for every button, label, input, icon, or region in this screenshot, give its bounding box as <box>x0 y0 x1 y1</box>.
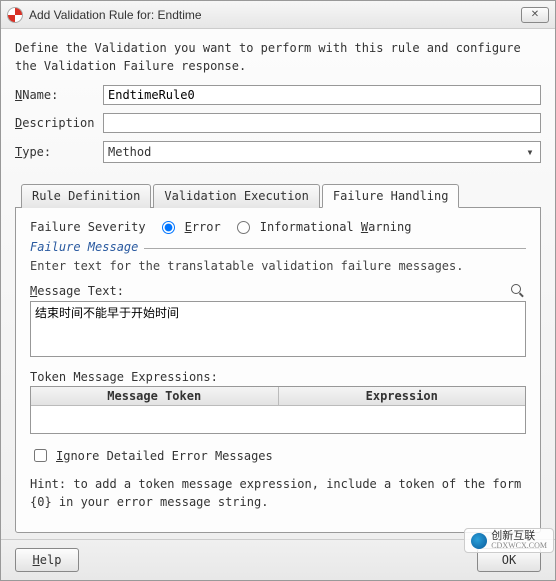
close-button[interactable]: ✕ <box>521 7 549 23</box>
tab-failure-handling[interactable]: Failure Handling <box>322 184 460 208</box>
ignore-checkbox[interactable] <box>34 449 47 462</box>
col-message-token: Message Token <box>31 387 279 405</box>
type-label: Type: <box>15 145 103 159</box>
name-label: NName: <box>15 88 103 102</box>
window-title: Add Validation Rule for: Endtime <box>29 8 521 22</box>
token-expressions-label: Token Message Expressions: <box>30 370 526 384</box>
name-input[interactable] <box>103 85 541 105</box>
tab-validation-execution[interactable]: Validation Execution <box>153 184 320 208</box>
token-table-header: Message Token Expression <box>31 387 525 406</box>
titlebar: Add Validation Rule for: Endtime ✕ <box>1 1 555 29</box>
type-value: Method <box>108 145 151 159</box>
legend-failure-message: Failure Message <box>30 240 144 254</box>
radio-error-label: Error <box>185 220 221 234</box>
description-input[interactable] <box>103 113 541 133</box>
app-icon <box>7 7 23 23</box>
tabstrip: Rule Definition Validation Execution Fai… <box>15 183 541 207</box>
ignore-label: Ignore Detailed Error Messages <box>56 449 273 463</box>
failure-severity-row: Failure Severity Error Informational War… <box>30 220 526 234</box>
fieldset-failure-message: Failure Message <box>30 248 526 249</box>
token-table[interactable]: Message Token Expression <box>30 386 526 434</box>
watermark-logo-icon <box>471 533 487 549</box>
ignore-row: Ignore Detailed Error Messages <box>30 446 526 465</box>
dialog: Add Validation Rule for: Endtime ✕ Defin… <box>0 0 556 581</box>
type-combo[interactable]: Method ▾ <box>103 141 541 163</box>
radio-warning-label: Informational Warning <box>260 220 412 234</box>
tabpanel-failure-handling: Failure Severity Error Informational War… <box>15 207 541 533</box>
help-button[interactable]: Help <box>15 548 79 572</box>
intro-text: Define the Validation you want to perfor… <box>15 39 541 75</box>
row-description: Description <box>15 113 541 133</box>
search-icon[interactable] <box>510 283 526 299</box>
message-text-input[interactable] <box>30 301 526 357</box>
radio-error[interactable] <box>162 221 175 234</box>
watermark-line2: CDXWCX.COM <box>491 542 547 550</box>
col-expression: Expression <box>279 387 526 405</box>
severity-label: Failure Severity <box>30 220 146 234</box>
content-area: Define the Validation you want to perfor… <box>1 29 555 539</box>
row-name: NName: <box>15 85 541 105</box>
description-label: Description <box>15 116 103 130</box>
radio-warning[interactable] <box>237 221 250 234</box>
tabs: Rule Definition Validation Execution Fai… <box>15 183 541 533</box>
tab-rule-definition[interactable]: Rule Definition <box>21 184 151 208</box>
chevron-down-icon: ▾ <box>522 145 538 159</box>
row-type: Type: Method ▾ <box>15 141 541 163</box>
instruction-text: Enter text for the translatable validati… <box>30 259 526 273</box>
watermark: 创新互联 CDXWCX.COM <box>464 528 554 553</box>
hint-text: Hint: to add a token message expression,… <box>30 475 526 511</box>
message-text-label-row: Message Text: <box>30 283 526 299</box>
close-icon: ✕ <box>531 9 539 20</box>
message-text-label: Message Text: <box>30 284 124 298</box>
